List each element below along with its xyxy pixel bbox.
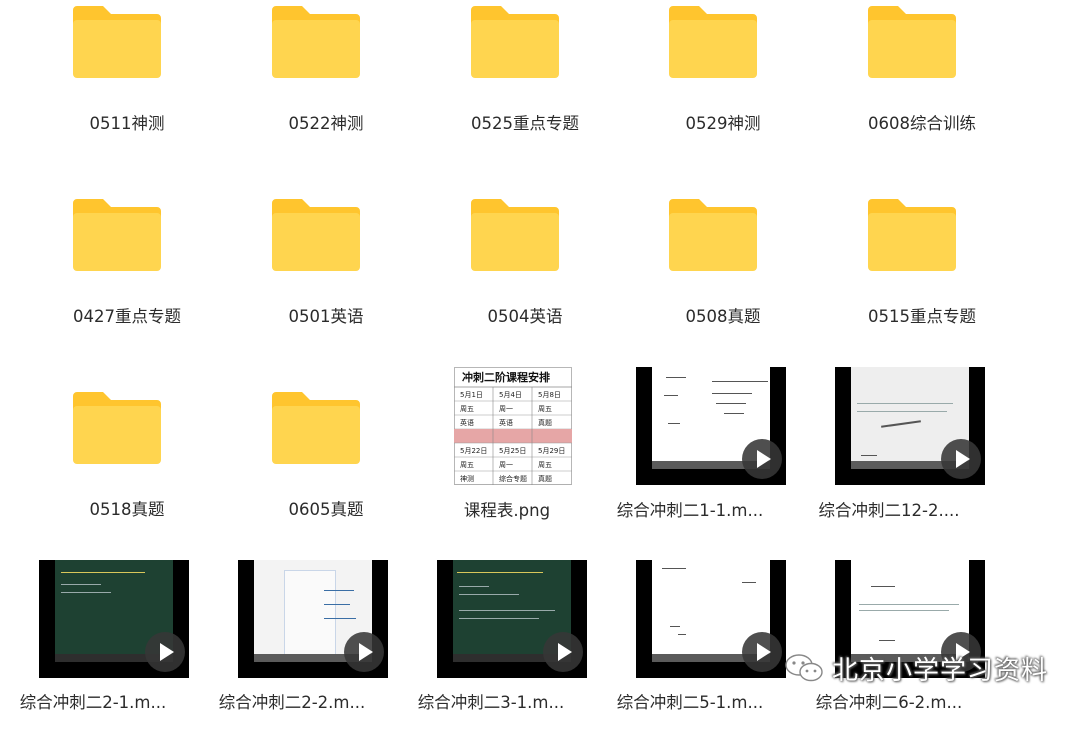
schedule-cell: 周五 bbox=[460, 461, 474, 469]
play-icon bbox=[543, 632, 583, 672]
video-file-item[interactable]: 综合冲刺二12-2.... bbox=[799, 357, 985, 537]
video-thumbnail bbox=[835, 367, 985, 485]
schedule-cell: 周五 bbox=[460, 405, 474, 413]
watermark-text: 北京小学学习资料 bbox=[832, 655, 1049, 686]
folder-item[interactable]: 0515重点专题 bbox=[832, 193, 1012, 373]
folder-item[interactable]: 0525重点专题 bbox=[435, 0, 615, 180]
schedule-cell: 5月8日 bbox=[538, 391, 561, 399]
folder-icon bbox=[73, 392, 161, 464]
folder-item[interactable]: 0508真题 bbox=[633, 193, 813, 373]
item-label: 综合冲刺二6-2.m... bbox=[815, 693, 963, 712]
schedule-cell: 神测 bbox=[460, 474, 474, 483]
video-thumbnail bbox=[39, 560, 189, 678]
video-file-item[interactable]: 综合冲刺二6-2.m... bbox=[799, 550, 985, 730]
folder-icon bbox=[669, 199, 757, 271]
schedule-thumbnail: 冲刺二阶课程安排 5月1日 5月4日 5月8日 周五 周一 周五 英语 英语 真题 5月22日 5月… bbox=[454, 367, 572, 486]
video-thumbnail bbox=[636, 367, 786, 485]
play-icon bbox=[941, 439, 981, 479]
file-grid: 0511神测 0522神测 0525重点专题 0529神测 0608综合训练 0… bbox=[0, 0, 1080, 716]
schedule-cell: 英语 bbox=[460, 418, 474, 427]
schedule-cell: 周五 bbox=[538, 405, 552, 413]
item-label: 综合冲刺二5-1.m... bbox=[616, 693, 764, 712]
video-file-item[interactable]: 综合冲刺二5-1.m... bbox=[600, 550, 786, 730]
schedule-cell: 5月22日 bbox=[460, 447, 487, 455]
item-label: 综合冲刺二2-2.m... bbox=[218, 693, 366, 712]
folder-icon bbox=[272, 6, 360, 78]
folder-icon bbox=[471, 199, 559, 271]
play-icon bbox=[344, 632, 384, 672]
schedule-cell: 真题 bbox=[538, 474, 552, 483]
folder-icon bbox=[73, 6, 161, 78]
schedule-cell: 5月1日 bbox=[460, 391, 483, 399]
folder-item[interactable]: 0529神测 bbox=[633, 0, 813, 180]
folder-item[interactable]: 0427重点专题 bbox=[37, 193, 217, 373]
folder-icon bbox=[669, 6, 757, 78]
video-file-item[interactable]: 综合冲刺二2-2.m... bbox=[202, 550, 388, 730]
item-label: 0522神测 bbox=[288, 114, 364, 133]
image-file-item[interactable]: 冲刺二阶课程安排 5月1日 5月4日 5月8日 周五 周一 周五 英语 英语 真题 5月22日 5月… bbox=[417, 357, 597, 537]
item-label: 0515重点专题 bbox=[868, 307, 976, 326]
folder-item[interactable]: 0522神测 bbox=[236, 0, 416, 180]
play-icon bbox=[742, 632, 782, 672]
folder-icon bbox=[868, 199, 956, 271]
video-thumbnail bbox=[238, 560, 388, 678]
folder-icon bbox=[272, 392, 360, 464]
folder-item[interactable]: 0511神测 bbox=[37, 0, 217, 180]
schedule-title: 冲刺二阶课程安排 bbox=[462, 370, 550, 384]
schedule-cell: 综合专题 bbox=[499, 474, 527, 483]
folder-icon bbox=[73, 199, 161, 271]
watermark: 北京小学学习资料 bbox=[784, 651, 1049, 686]
folder-item[interactable]: 0605真题 bbox=[236, 386, 416, 566]
video-file-item[interactable]: 综合冲刺二1-1.m... bbox=[600, 357, 786, 537]
schedule-cell: 周一 bbox=[499, 461, 513, 469]
item-label: 0518真题 bbox=[89, 500, 165, 519]
item-label: 0508真题 bbox=[685, 307, 761, 326]
item-label: 综合冲刺二3-1.m... bbox=[417, 693, 565, 712]
item-label: 课程表.png bbox=[463, 501, 551, 520]
schedule-separator-row bbox=[454, 429, 572, 443]
item-label: 0605真题 bbox=[288, 500, 364, 519]
schedule-cell: 5月25日 bbox=[499, 447, 526, 455]
item-label: 0504英语 bbox=[487, 307, 563, 326]
video-file-item[interactable]: 综合冲刺二2-1.m... bbox=[3, 550, 189, 730]
folder-icon bbox=[272, 199, 360, 271]
schedule-cell: 5月29日 bbox=[538, 447, 565, 455]
schedule-cell: 周五 bbox=[538, 461, 552, 469]
video-thumbnail bbox=[437, 560, 587, 678]
video-thumbnail bbox=[636, 560, 786, 678]
item-label: 0608综合训练 bbox=[868, 114, 976, 133]
item-label: 0427重点专题 bbox=[73, 307, 181, 326]
folder-item[interactable]: 0518真题 bbox=[37, 386, 217, 566]
item-label: 综合冲刺二2-1.m... bbox=[19, 693, 167, 712]
item-label: 综合冲刺二1-1.m... bbox=[616, 501, 764, 520]
folder-item[interactable]: 0504英语 bbox=[435, 193, 615, 373]
folder-item[interactable]: 0501英语 bbox=[236, 193, 416, 373]
wechat-icon bbox=[785, 654, 823, 682]
schedule-table-image: 冲刺二阶课程安排 5月1日 5月4日 5月8日周五 周一 周五英语 英语 真题5月22日 5月… bbox=[454, 367, 572, 486]
play-icon bbox=[145, 632, 185, 672]
folder-icon bbox=[471, 6, 559, 78]
item-label: 0501英语 bbox=[288, 307, 364, 326]
folder-item[interactable]: 0608综合训练 bbox=[832, 0, 1012, 180]
folder-icon bbox=[868, 6, 956, 78]
item-label: 综合冲刺二12-2.... bbox=[818, 501, 960, 520]
video-file-item[interactable]: 综合冲刺二3-1.m... bbox=[401, 550, 587, 730]
item-label: 0529神测 bbox=[685, 114, 761, 133]
schedule-cell: 英语 bbox=[499, 418, 513, 427]
play-icon bbox=[742, 439, 782, 479]
schedule-cell: 真题 bbox=[538, 418, 552, 427]
schedule-cell: 周一 bbox=[499, 405, 513, 413]
item-label: 0525重点专题 bbox=[471, 114, 579, 133]
schedule-cell: 5月4日 bbox=[499, 391, 522, 399]
item-label: 0511神测 bbox=[89, 114, 165, 133]
